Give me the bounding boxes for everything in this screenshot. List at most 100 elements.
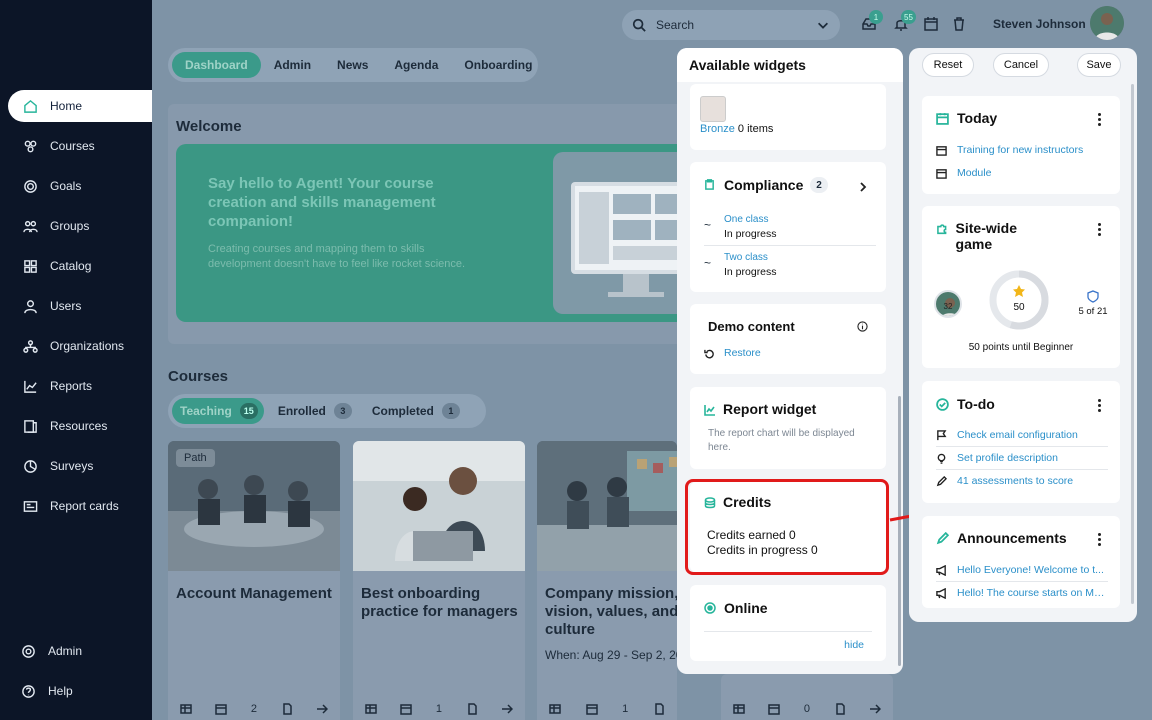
calendar-icon[interactable] bbox=[400, 703, 413, 715]
table-icon[interactable] bbox=[549, 703, 561, 715]
todo-item[interactable]: Set profile description bbox=[957, 452, 1058, 464]
calendar-icon[interactable] bbox=[768, 703, 781, 715]
document-icon[interactable] bbox=[281, 703, 293, 715]
tab-teaching[interactable]: Teaching 15 bbox=[172, 398, 264, 424]
cancel-button[interactable]: Cancel bbox=[993, 53, 1049, 77]
class-name[interactable]: Two class bbox=[724, 252, 768, 263]
reset-button[interactable]: Reset bbox=[922, 53, 974, 77]
table-icon[interactable] bbox=[733, 703, 745, 715]
course-title[interactable]: Company mission, vision, values, and cul… bbox=[545, 585, 677, 639]
catalog-icon bbox=[22, 258, 38, 274]
course-card[interactable]: Company mission, vision, values, and cul… bbox=[537, 441, 677, 720]
arrow-right-icon[interactable] bbox=[316, 703, 329, 715]
list-item[interactable]: Set profile description bbox=[936, 452, 1108, 470]
announcement-item[interactable]: Hello! The course starts on Mo... bbox=[957, 587, 1108, 599]
sidebar-item-resources[interactable]: Resources bbox=[8, 410, 152, 442]
widget-demo-content[interactable]: Demo content Restore bbox=[690, 304, 886, 374]
table-icon[interactable] bbox=[180, 703, 192, 715]
tab-agenda[interactable]: Agenda bbox=[381, 52, 451, 78]
announcement-item[interactable]: Hello Everyone! Welcome to t... bbox=[957, 564, 1104, 576]
list-item[interactable]: ~ One class In progress bbox=[704, 210, 876, 246]
trash-button[interactable] bbox=[951, 16, 967, 32]
calendar-icon[interactable] bbox=[585, 703, 598, 715]
hide-link[interactable]: hide bbox=[844, 639, 864, 651]
today-item[interactable]: Training for new instructors bbox=[957, 144, 1083, 156]
list-item[interactable]: 41 assessments to score bbox=[936, 475, 1108, 487]
widget-compliance[interactable]: Compliance 2 ~ One class In progress ~ T… bbox=[690, 162, 886, 292]
tab-news[interactable]: News bbox=[324, 52, 381, 78]
sidebar-item-home[interactable]: Home bbox=[8, 90, 152, 122]
course-card[interactable]: 0 bbox=[721, 674, 893, 720]
arrow-right-icon[interactable] bbox=[869, 703, 882, 715]
scrollbar[interactable] bbox=[898, 396, 901, 666]
widget-report[interactable]: Report widget The report chart will be d… bbox=[690, 387, 886, 469]
sidebar-item-users[interactable]: Users bbox=[8, 290, 152, 322]
today-item[interactable]: Module bbox=[957, 167, 991, 179]
tab-dashboard[interactable]: Dashboard bbox=[172, 52, 261, 78]
org-icon bbox=[22, 338, 38, 354]
sidebar-item-catalog[interactable]: Catalog bbox=[8, 250, 152, 282]
widget-online[interactable]: Online hide bbox=[690, 585, 886, 661]
info-icon[interactable] bbox=[857, 321, 868, 332]
course-title[interactable]: Best onboarding practice for managers bbox=[361, 585, 521, 621]
compliance-title: Compliance bbox=[724, 177, 804, 193]
notifications-button[interactable]: 55 bbox=[893, 10, 916, 32]
gear-icon bbox=[20, 643, 36, 659]
widget-announcements[interactable]: Announcements Hello Everyone! Welcome to… bbox=[922, 516, 1120, 608]
avatar[interactable] bbox=[1090, 6, 1124, 40]
course-card[interactable]: Best onboarding practice for managers 1 bbox=[353, 441, 525, 720]
restore-link[interactable]: Restore bbox=[724, 347, 761, 359]
document-icon[interactable] bbox=[653, 703, 665, 715]
count-badge: 15 bbox=[239, 403, 258, 419]
chevron-down-icon[interactable] bbox=[816, 18, 830, 32]
save-button[interactable]: Save bbox=[1077, 53, 1121, 77]
list-item[interactable]: Module bbox=[936, 167, 1108, 179]
calendar-button[interactable] bbox=[923, 16, 939, 32]
tab-admin[interactable]: Admin bbox=[261, 52, 324, 78]
widget-todo[interactable]: To-do Check email configuration Set prof… bbox=[922, 381, 1120, 503]
clipboard-icon bbox=[705, 179, 714, 190]
todo-item[interactable]: Check email configuration bbox=[957, 429, 1078, 441]
kebab-menu-icon[interactable] bbox=[1098, 533, 1102, 547]
sidebar-item-reports[interactable]: Reports bbox=[8, 370, 152, 402]
search-input[interactable]: Search bbox=[622, 10, 840, 40]
widget-bronze[interactable]: Bronze 0 items bbox=[690, 84, 886, 150]
course-card[interactable]: Path Account Management 2 bbox=[168, 441, 340, 720]
sidebar-item-organizations[interactable]: Organizations bbox=[8, 330, 152, 362]
tab-completed[interactable]: Completed 1 bbox=[364, 398, 466, 424]
todo-title: To-do bbox=[957, 396, 995, 412]
todo-item[interactable]: 41 assessments to score bbox=[957, 475, 1073, 487]
user-name[interactable]: Steven Johnson bbox=[993, 17, 1086, 31]
sidebar-item-help[interactable]: Help bbox=[6, 675, 150, 707]
puzzle-icon bbox=[937, 224, 947, 235]
inbox-button[interactable]: 1 bbox=[861, 10, 883, 32]
tab-enrolled[interactable]: Enrolled 3 bbox=[270, 398, 358, 424]
kebab-menu-icon[interactable] bbox=[1098, 113, 1102, 127]
document-icon[interactable] bbox=[466, 703, 478, 715]
widget-today[interactable]: Today Training for new instructors Modul… bbox=[922, 96, 1120, 194]
calendar-icon[interactable] bbox=[215, 703, 228, 715]
list-item[interactable]: Hello Everyone! Welcome to t... bbox=[936, 564, 1108, 582]
list-item[interactable]: Check email configuration bbox=[936, 429, 1108, 447]
chevron-right-icon[interactable] bbox=[858, 182, 868, 192]
sidebar-item-admin[interactable]: Admin bbox=[6, 635, 150, 667]
course-title[interactable]: Account Management bbox=[176, 585, 336, 603]
sidebar-item-report-cards[interactable]: Report cards bbox=[8, 490, 152, 522]
dashboard-scrollbar[interactable] bbox=[1131, 84, 1134, 604]
list-item[interactable]: ~ Two class In progress bbox=[704, 248, 876, 284]
kebab-menu-icon[interactable] bbox=[1098, 399, 1102, 413]
tab-onboarding[interactable]: Onboarding bbox=[451, 52, 545, 78]
sidebar-item-courses[interactable]: Courses bbox=[8, 130, 152, 162]
bronze-label[interactable]: Bronze bbox=[700, 123, 735, 135]
table-icon[interactable] bbox=[365, 703, 377, 715]
sidebar-item-goals[interactable]: Goals bbox=[8, 170, 152, 202]
sidebar-item-surveys[interactable]: Surveys bbox=[8, 450, 152, 482]
document-icon[interactable] bbox=[834, 703, 846, 715]
widget-site-wide-game[interactable]: Site-wide game 32 50 5 of 21 50 points u… bbox=[922, 206, 1120, 368]
sidebar-item-groups[interactable]: Groups bbox=[8, 210, 152, 242]
kebab-menu-icon[interactable] bbox=[1098, 223, 1102, 237]
list-item[interactable]: Training for new instructors bbox=[936, 144, 1108, 156]
list-item[interactable]: Hello! The course starts on Mo... bbox=[936, 587, 1108, 599]
arrow-right-icon[interactable] bbox=[501, 703, 514, 715]
class-name[interactable]: One class bbox=[724, 214, 768, 225]
